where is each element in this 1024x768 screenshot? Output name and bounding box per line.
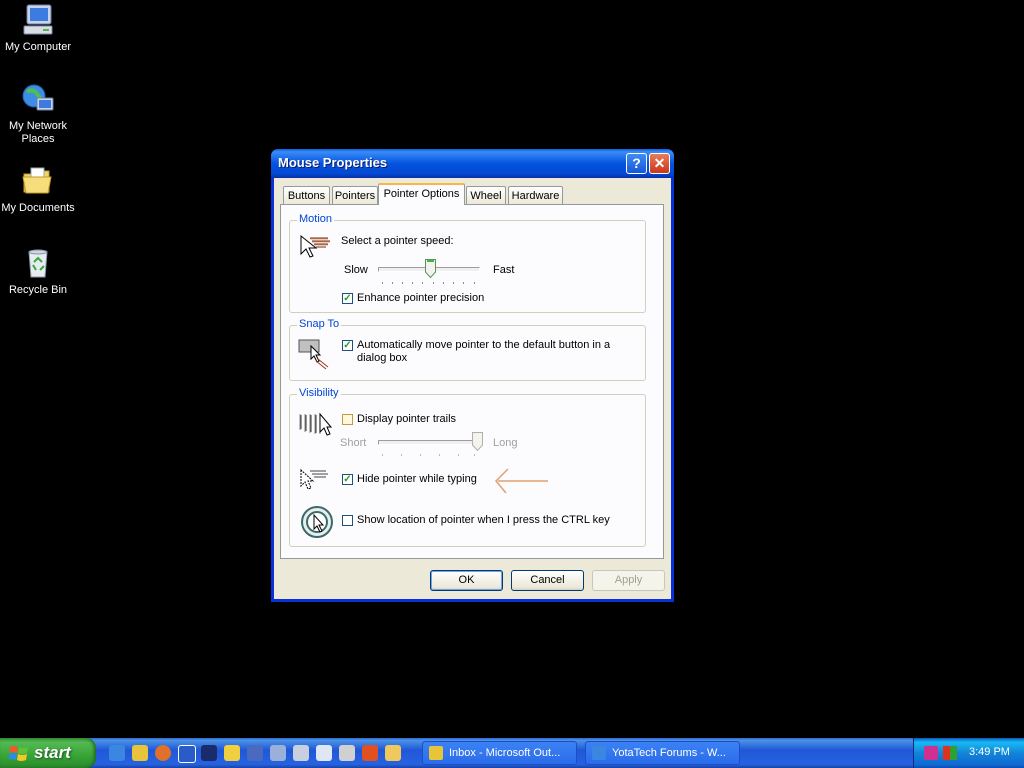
joystick-icon[interactable]	[270, 745, 286, 761]
power-icon[interactable]	[362, 745, 378, 761]
tab-wheel[interactable]: Wheel	[466, 186, 506, 204]
tab-hardware[interactable]: Hardware	[508, 186, 563, 204]
system-tray: 3:49 PM	[913, 738, 1024, 768]
search-icon[interactable]	[385, 745, 401, 761]
show-location-ctrl-label: Show location of pointer when I press th…	[357, 514, 610, 526]
desktop-icon-recycle-bin[interactable]: Recycle Bin	[0, 246, 76, 297]
tab-panel-pointer-options: Motion Select a pointer speed: Slow Fast…	[280, 204, 664, 559]
windows-logo-icon	[8, 745, 29, 767]
enhance-precision-label: Enhance pointer precision	[357, 292, 485, 304]
tab-pointers[interactable]: Pointers	[332, 186, 378, 204]
apply-button[interactable]: Apply	[592, 570, 665, 591]
tab-label: Buttons	[287, 190, 326, 202]
title-bar[interactable]: Mouse Properties ? ✕	[271, 149, 674, 178]
close-button[interactable]: ✕	[649, 153, 670, 174]
hide-pointer-icon	[298, 466, 330, 497]
recycle-bin-icon	[21, 246, 55, 280]
outlook-icon	[429, 746, 443, 760]
help-icon: ?	[632, 155, 641, 171]
pointer-trails-checkbox[interactable]	[342, 414, 353, 425]
pointer-speed-ticks	[382, 282, 475, 285]
people-icon[interactable]	[247, 745, 263, 761]
annotation-arrow-icon	[490, 465, 550, 498]
desktop-icon-label: My Documents	[1, 202, 75, 214]
browser-icon	[592, 746, 606, 760]
trails-length-slider[interactable]	[472, 432, 483, 452]
tray-flag-icon[interactable]	[943, 746, 957, 760]
messenger-icon[interactable]	[224, 745, 240, 761]
documents-folder-icon	[21, 164, 55, 198]
network-places-icon	[21, 82, 55, 116]
tools-icon[interactable]	[201, 745, 217, 761]
show-location-ctrl-checkbox[interactable]	[342, 515, 353, 526]
pointer-trails-label: Display pointer trails	[357, 413, 457, 425]
tab-label: Wheel	[470, 190, 502, 202]
tab-pointer-options[interactable]: Pointer Options	[378, 183, 465, 205]
tray-app-icon[interactable]	[924, 746, 938, 760]
pointer-speed-slider[interactable]	[425, 259, 436, 279]
snap-to-default-label-line2: dialog box	[357, 352, 408, 364]
keyboard-icon[interactable]	[293, 745, 309, 761]
task-button-inbox[interactable]: Inbox - Microsoft Out...	[422, 741, 577, 765]
snap-to-group: Snap To ✓ Automatically move pointer to …	[289, 318, 646, 381]
visibility-group-title: Visibility	[297, 387, 341, 399]
start-button[interactable]: start	[0, 738, 96, 768]
desktop-icon-my-network-places[interactable]: My Network Places	[0, 82, 76, 146]
desktop-icon-label: My Computer	[4, 41, 72, 53]
clock[interactable]: 3:49 PM	[969, 746, 1010, 758]
firefox-icon[interactable]	[155, 745, 171, 761]
mouse-properties-window: Mouse Properties ? ✕ Buttons Pointers Po…	[271, 149, 674, 602]
hide-pointer-typing-checkbox[interactable]: ✓	[342, 474, 353, 485]
tab-label: Pointer Options	[383, 188, 460, 200]
desktop-icon-label: Recycle Bin	[8, 284, 68, 296]
task-label: Inbox - Microsoft Out...	[449, 747, 561, 759]
pointer-speed-icon	[298, 232, 332, 267]
speed-slow-label: Slow	[344, 264, 368, 276]
task-button-yotatech[interactable]: YotaTech Forums - W...	[585, 741, 740, 765]
help-button[interactable]: ?	[626, 153, 647, 174]
enhance-precision-checkbox[interactable]: ✓	[342, 293, 353, 304]
desktop-icon-label: My Network Places	[8, 120, 68, 145]
help-center-icon[interactable]	[316, 745, 332, 761]
snap-to-group-title: Snap To	[297, 318, 342, 330]
pointer-trails-icon	[298, 410, 333, 441]
hide-pointer-typing-label: Hide pointer while typing	[357, 473, 477, 485]
snap-to-icon	[298, 339, 330, 374]
taskbar: start Inbox - Microsoft Out... YotaTech …	[0, 738, 1024, 768]
ok-button[interactable]: OK	[430, 570, 503, 591]
motion-group: Motion Select a pointer speed: Slow Fast…	[289, 213, 646, 313]
trails-short-label: Short	[340, 437, 367, 449]
trails-length-ticks	[382, 454, 475, 457]
network-tool-icon[interactable]	[178, 745, 196, 763]
start-label: start	[34, 743, 71, 762]
tab-buttons[interactable]: Buttons	[283, 186, 330, 204]
cancel-button[interactable]: Cancel	[511, 570, 584, 591]
internet-explorer-icon[interactable]	[109, 745, 125, 761]
desktop-icon-my-computer[interactable]: My Computer	[0, 3, 76, 54]
show-location-icon	[300, 505, 334, 542]
desktop-icon-my-documents[interactable]: My Documents	[0, 164, 76, 215]
task-label: YotaTech Forums - W...	[612, 747, 726, 759]
snap-to-default-label-line1: Automatically move pointer to the defaul…	[357, 339, 611, 351]
character-icon[interactable]	[339, 745, 355, 761]
window-client-area: Buttons Pointers Pointer Options Wheel H…	[274, 178, 671, 599]
my-computer-icon	[21, 3, 55, 37]
window-title: Mouse Properties	[278, 155, 388, 170]
speed-fast-label: Fast	[493, 264, 515, 276]
tab-label: Pointers	[334, 190, 376, 202]
visibility-group: Visibility Display pointer trails Short	[289, 387, 646, 547]
pointer-speed-label: Select a pointer speed:	[341, 235, 454, 247]
tab-label: Hardware	[511, 190, 560, 202]
snap-to-default-checkbox[interactable]: ✓	[342, 340, 353, 351]
outlook-icon[interactable]	[132, 745, 148, 761]
motion-group-title: Motion	[297, 213, 335, 225]
close-icon: ✕	[653, 155, 666, 171]
trails-long-label: Long	[493, 437, 518, 449]
trails-length-track	[378, 440, 480, 445]
